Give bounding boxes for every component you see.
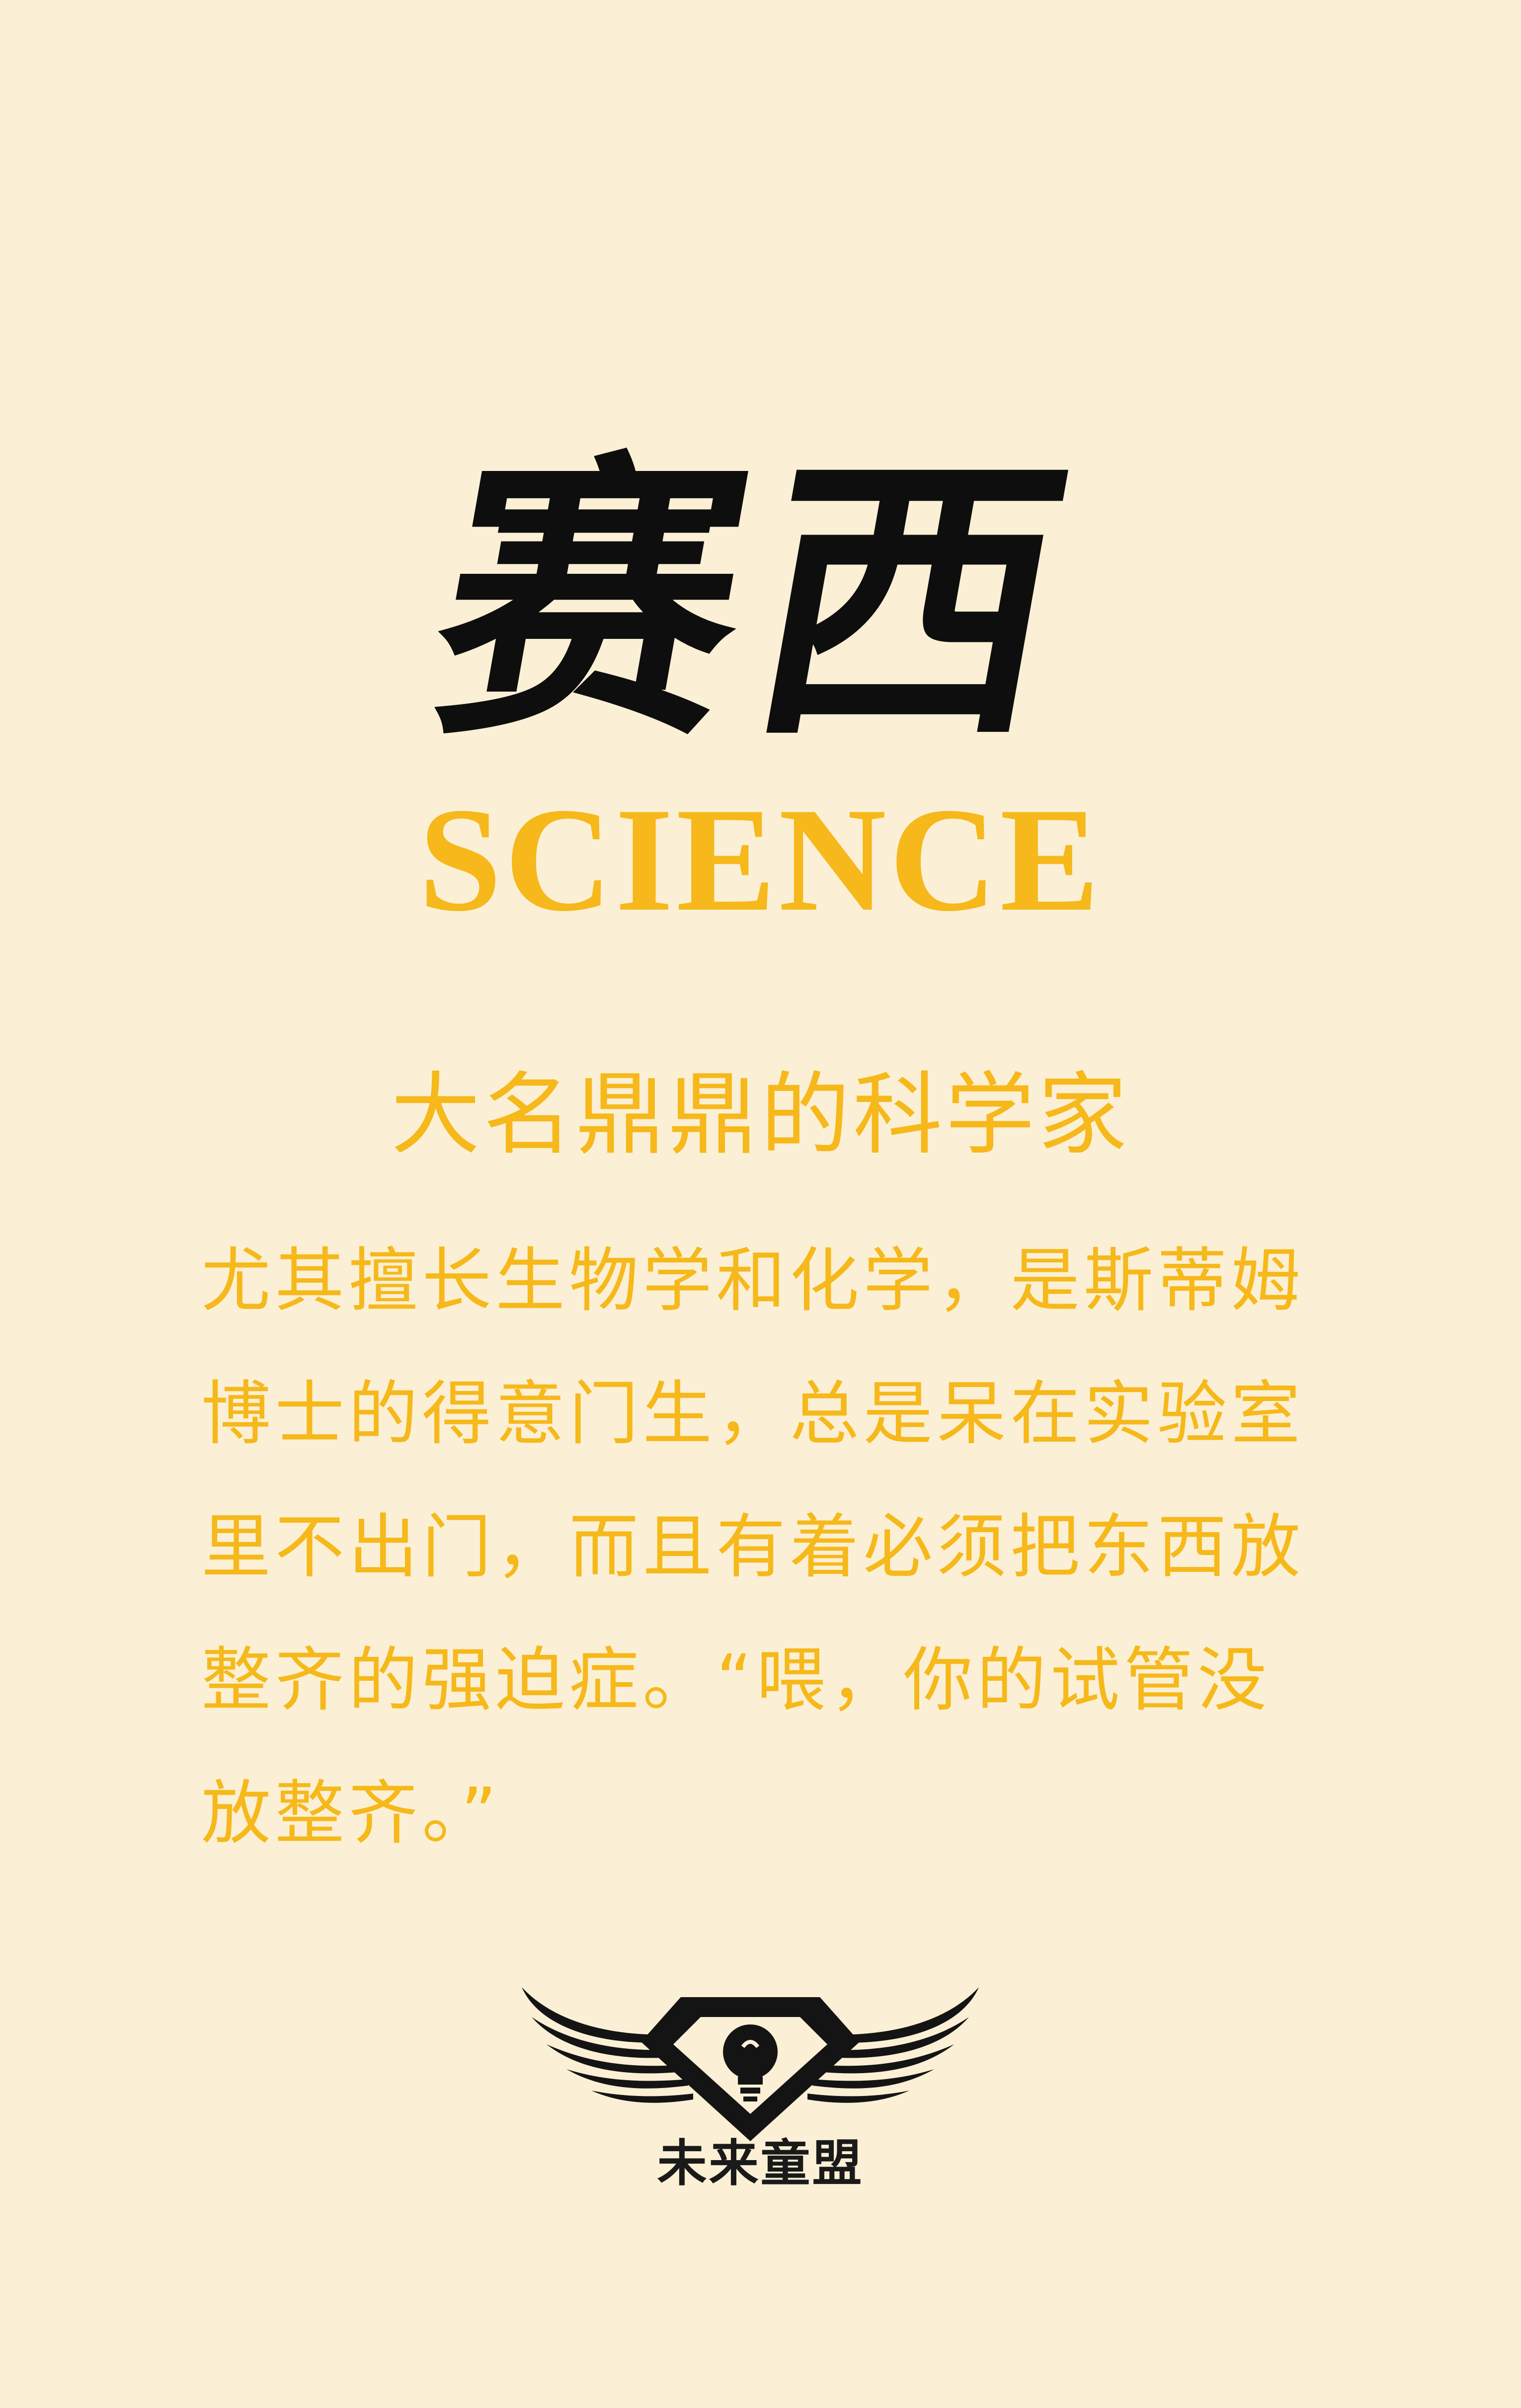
character-card: 赛西 SCIENCE 大名鼎鼎的科学家 尤其擅长生物学和化学，是斯蒂姆 博士的得… bbox=[0, 0, 1521, 2408]
description-line: 放整齐。” bbox=[201, 1773, 501, 1854]
description-line: 整齐的强迫症。“喂，你的试管没 bbox=[201, 1640, 1271, 1721]
description-line: 博士的得意门生，总是呆在实验室 bbox=[201, 1374, 1305, 1455]
description-line: 尤其擅长生物学和化学，是斯蒂姆 bbox=[201, 1241, 1305, 1321]
subtitle: 大名鼎鼎的科学家 bbox=[391, 1063, 1130, 1167]
description: 尤其擅长生物学和化学，是斯蒂姆 博士的得意门生，总是呆在实验室 里不出门，而且有… bbox=[201, 1215, 1324, 1880]
description-line: 里不出门，而且有着必须把东西放 bbox=[201, 1507, 1305, 1588]
english-title: SCIENCE bbox=[418, 777, 1103, 942]
calligraphy-title: 赛西 bbox=[411, 426, 1110, 776]
brand-name: 未来童盟 bbox=[657, 2134, 864, 2192]
